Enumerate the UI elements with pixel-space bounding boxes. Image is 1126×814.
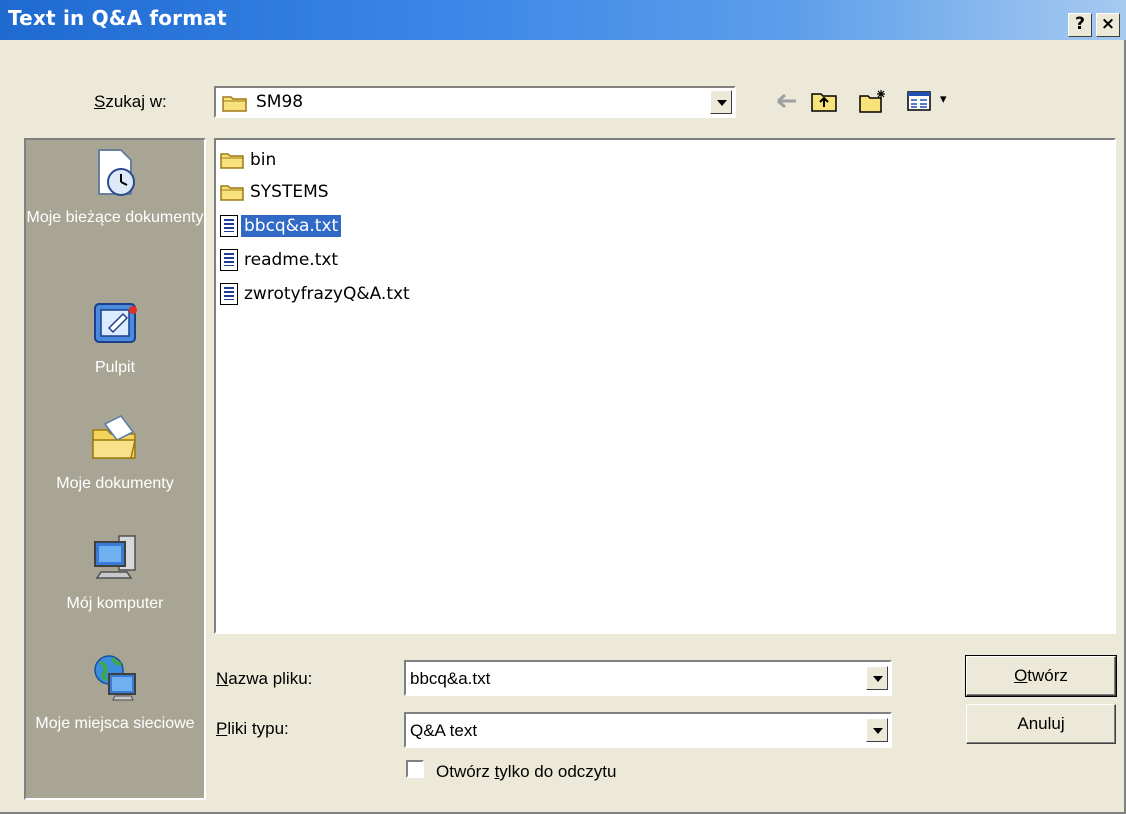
folder-icon (222, 96, 247, 112)
file-type-dropdown-arrow[interactable] (866, 718, 888, 742)
file-name-combo[interactable]: bbcq&a.txt (404, 660, 892, 696)
read-only-checkbox[interactable] (406, 760, 424, 778)
place-my-computer[interactable]: Mój komputer (26, 532, 204, 614)
file-type-combo[interactable]: Q&A text (404, 712, 892, 748)
place-desktop[interactable]: Pulpit (26, 296, 204, 378)
title-bar[interactable]: Text in Q&A format ? × (0, 0, 1126, 40)
open-file-dialog: Text in Q&A format ? × Szukaj w: SM98 ▾ (0, 0, 1126, 814)
place-my-documents[interactable]: Moje dokumenty (26, 412, 204, 494)
dialog-title: Text in Q&A format (8, 6, 227, 30)
look-in-label: Szukaj w: (94, 92, 167, 111)
place-my-documents-label: Moje dokumenty (56, 475, 174, 492)
file-name: SYSTEMS (250, 182, 329, 202)
my-computer-icon (94, 535, 136, 579)
look-in-value: SM98 (256, 92, 304, 112)
look-in-combo[interactable]: SM98 (214, 86, 736, 118)
list-item-readme-txt[interactable]: readme.txt (220, 246, 341, 274)
my-documents-icon (92, 415, 136, 459)
place-my-computer-label: Mój komputer (66, 595, 164, 612)
folder-icon (220, 185, 244, 201)
help-button[interactable]: ? (1068, 13, 1092, 37)
network-places-icon (94, 655, 136, 701)
place-network-places[interactable]: Moje miejsca sieciowe (26, 652, 204, 734)
look-in-dropdown-arrow[interactable] (710, 90, 732, 114)
text-file-icon (220, 249, 238, 271)
place-network-places-label: Moje miejsca sieciowe (35, 715, 195, 732)
file-name-value[interactable]: bbcq&a.txt (410, 669, 490, 689)
list-item-bin[interactable]: bin (220, 146, 279, 174)
back-arrow-icon[interactable] (774, 88, 800, 114)
file-type-label: Pliki typu: (216, 719, 289, 738)
place-recent-documents[interactable]: Moje bieżące dokumenty (26, 146, 204, 228)
file-type-value: Q&A text (410, 721, 478, 740)
open-button[interactable]: Otwórz (965, 655, 1117, 697)
file-name: bbcq&a.txt (239, 214, 343, 238)
view-menu-icon[interactable] (906, 88, 936, 114)
file-name: bin (250, 150, 277, 170)
desktop-icon (94, 303, 137, 343)
file-name: readme.txt (244, 250, 339, 270)
list-item-bbcqa-txt[interactable]: bbcq&a.txt (220, 212, 343, 240)
folder-icon (220, 153, 244, 169)
list-item-systems[interactable]: SYSTEMS (220, 178, 332, 206)
places-bar: Moje bieżące dokumenty Pulpit Moje dokum… (24, 138, 206, 800)
view-menu-caret[interactable]: ▾ (940, 91, 947, 107)
text-file-icon (220, 215, 238, 237)
cancel-button[interactable]: Anuluj (966, 704, 1116, 744)
close-button[interactable]: × (1096, 13, 1120, 37)
place-desktop-label: Pulpit (94, 359, 136, 376)
recent-documents-icon (98, 149, 135, 196)
file-name: zwrotyfrazyQ&A.txt (244, 284, 410, 304)
file-name-dropdown-arrow[interactable] (866, 666, 888, 690)
file-list[interactable]: bin SYSTEMS bbcq&a.txt readme.txt zwroty… (214, 138, 1116, 634)
list-item-zwrotyfrazy-txt[interactable]: zwrotyfrazyQ&A.txt (220, 280, 413, 308)
text-file-icon (220, 283, 238, 305)
file-name-label: Nazwa pliku: (216, 669, 313, 688)
new-folder-icon[interactable] (858, 88, 888, 114)
up-one-level-icon[interactable] (810, 88, 838, 114)
place-recent-documents-label: Moje bieżące dokumenty (26, 209, 204, 226)
read-only-label[interactable]: Otwórz tylko do odczytu (436, 762, 616, 782)
